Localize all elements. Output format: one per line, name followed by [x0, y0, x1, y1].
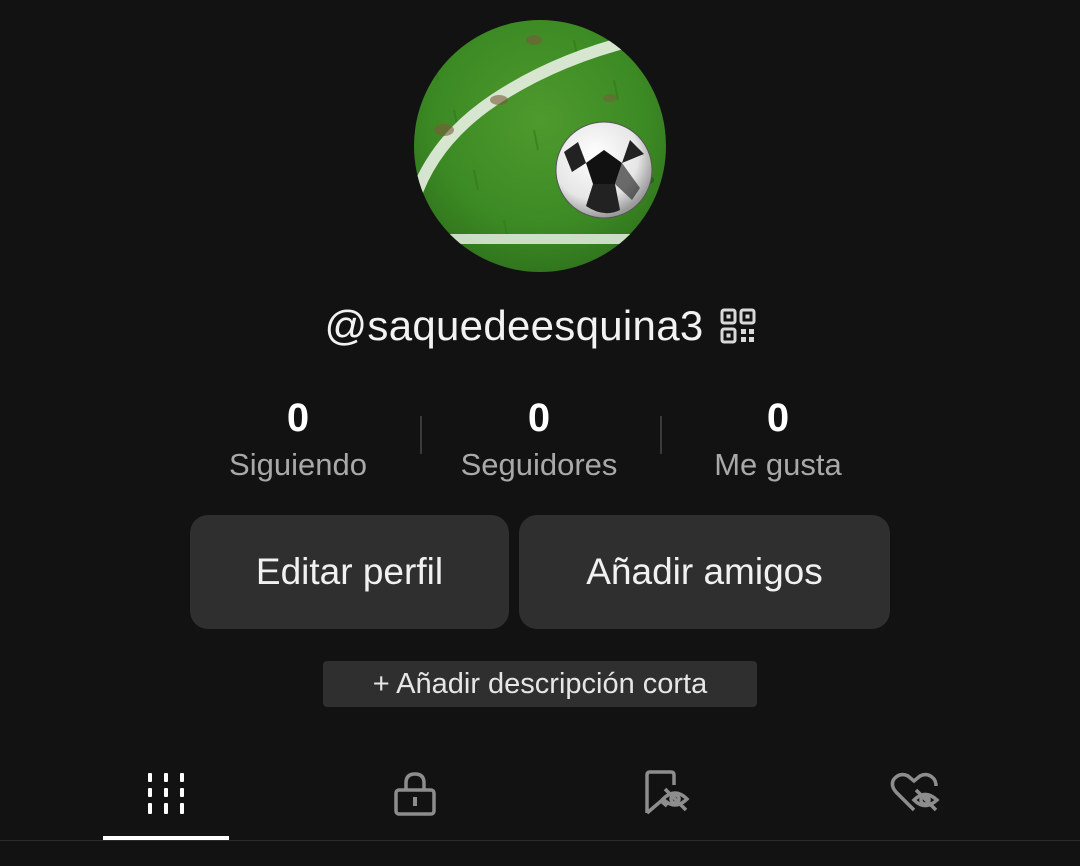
likes-count: 0 — [766, 396, 790, 440]
profile-stats: 0 Siguiendo 0 Seguidores 0 Me gusta — [0, 392, 1080, 492]
soccer-ball-avatar-image — [414, 20, 666, 272]
liked-hidden-icon — [890, 772, 940, 812]
followers-count: 0 — [527, 396, 551, 440]
likes-label: Me gusta — [714, 447, 842, 482]
username: @saquedeesquina3 — [324, 302, 704, 349]
tab-videos[interactable] — [103, 745, 229, 841]
tab-private[interactable] — [352, 745, 478, 841]
stat-likes[interactable]: 0 Me gusta — [658, 392, 898, 486]
following-label: Siguiendo — [229, 447, 367, 482]
tabs-divider — [0, 840, 1080, 841]
stat-followers[interactable]: 0 Seguidores — [419, 392, 659, 486]
followers-label: Seguidores — [460, 447, 618, 482]
add-friends-button[interactable]: Añadir amigos — [519, 515, 890, 629]
videos-grid-icon — [148, 773, 184, 814]
following-count: 0 — [286, 396, 310, 440]
edit-profile-button[interactable]: Editar perfil — [190, 515, 509, 629]
username-row: @saquedeesquina3 — [0, 296, 1080, 356]
tab-saved[interactable] — [602, 745, 728, 841]
private-lock-icon — [394, 772, 436, 816]
profile-tabs — [0, 745, 1080, 845]
qr-code-icon[interactable] — [720, 308, 756, 344]
profile-avatar[interactable] — [414, 20, 666, 272]
tab-liked[interactable] — [852, 745, 978, 841]
stat-following[interactable]: 0 Siguiendo — [178, 392, 418, 486]
saved-hidden-icon — [645, 770, 690, 815]
add-bio-button[interactable]: + Añadir descripción corta — [323, 661, 757, 707]
